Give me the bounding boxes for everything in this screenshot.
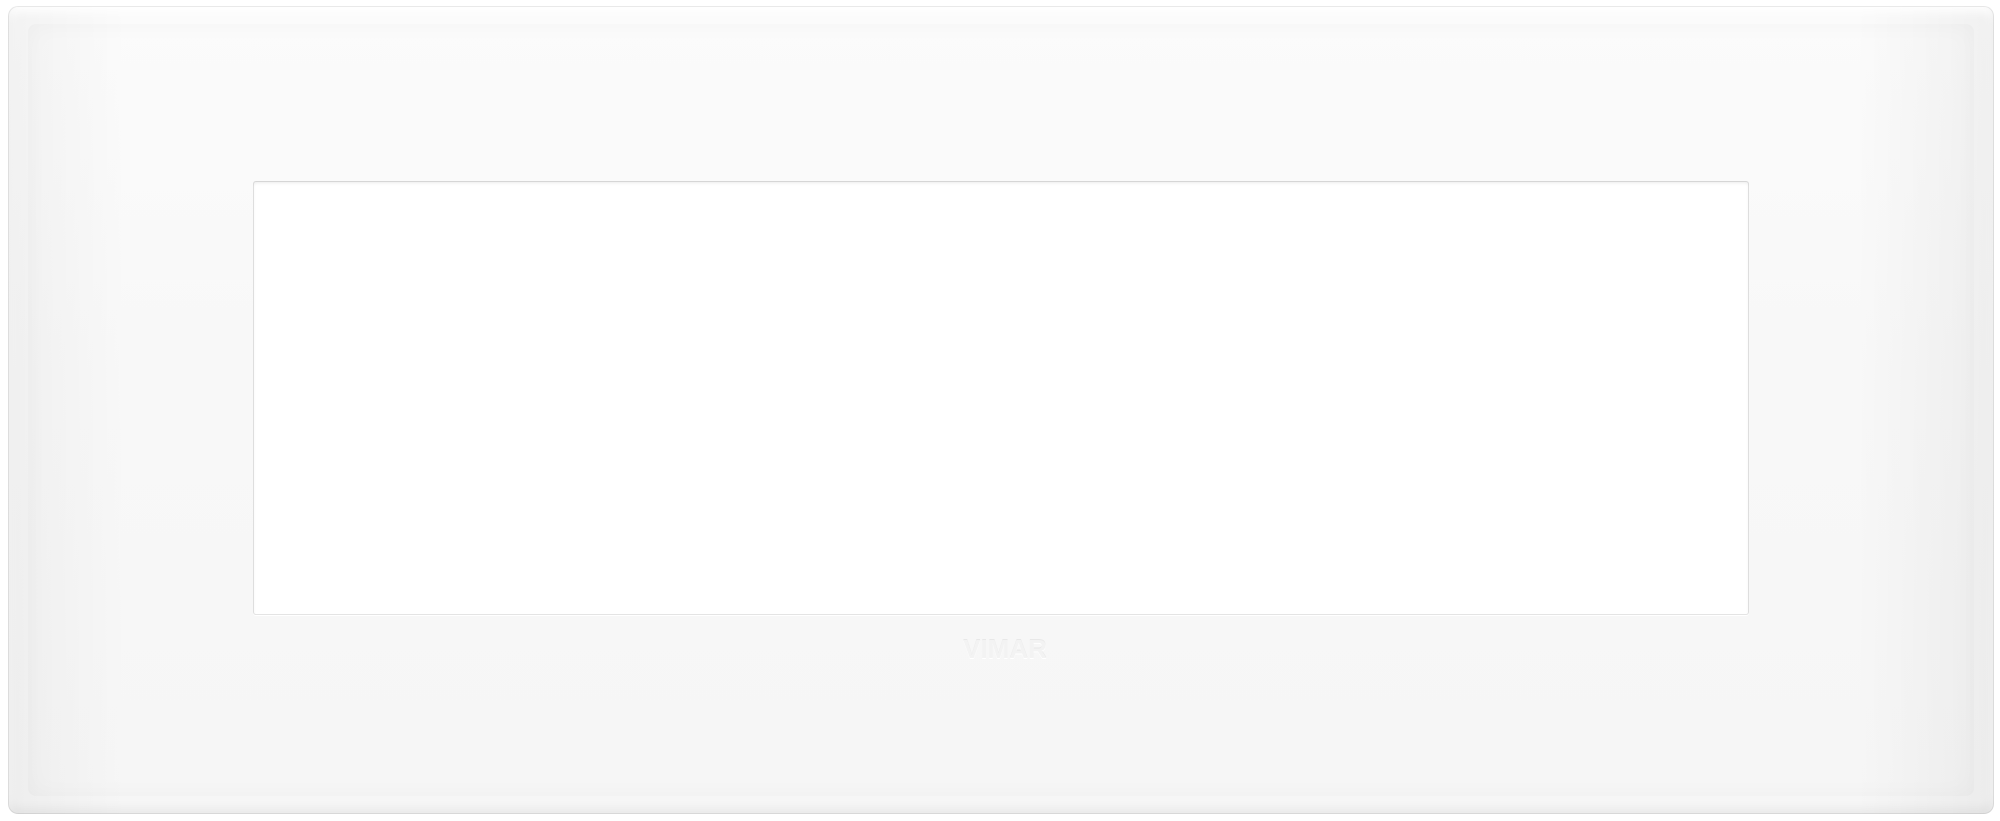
module-opening bbox=[253, 181, 1749, 615]
brand-logo: VIMAR bbox=[963, 633, 1047, 664]
product-photo: VIMAR bbox=[0, 0, 2000, 821]
